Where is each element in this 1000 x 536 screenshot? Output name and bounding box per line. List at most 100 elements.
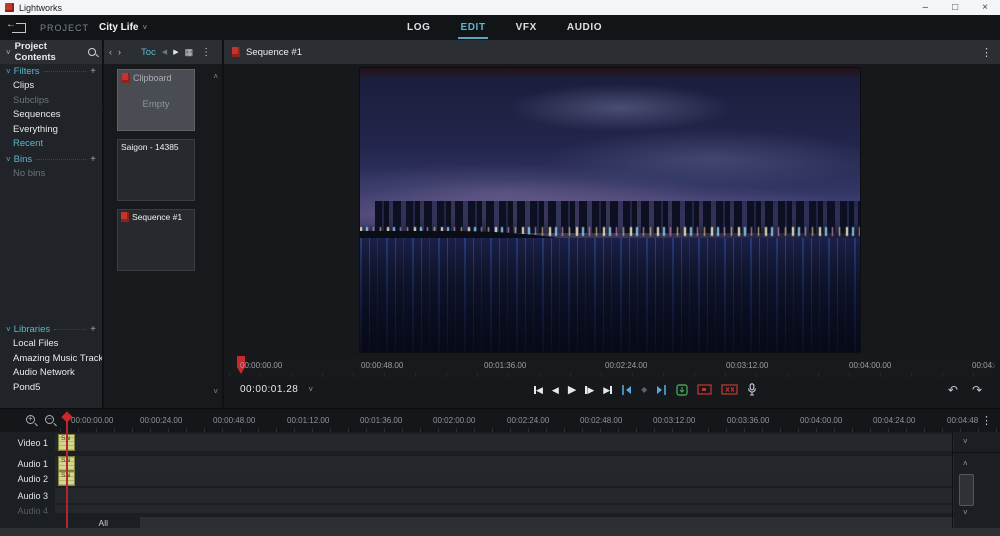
sidebar-item-pond5[interactable]: Pond5 <box>0 381 102 396</box>
zoom-out-icon[interactable]: – <box>45 415 54 424</box>
clipboard-tile[interactable]: Clipboard Empty <box>117 69 195 131</box>
track-label-audio2[interactable]: Audio 2 <box>0 474 48 484</box>
skip-to-end-button[interactable]: ▶ <box>603 385 612 395</box>
mark-in-button[interactable] <box>621 384 632 396</box>
ruler-tick: 00:01:36.00 <box>360 416 402 425</box>
tab-log[interactable]: LOG <box>405 17 432 39</box>
timeline-ruler[interactable]: + – 00:00:00.00 00:00:24.00 00:00:48.00 … <box>0 409 1000 432</box>
ruler-tick: 00:00:48.00 <box>213 416 255 425</box>
viewer-header: Sequence #1 ⋮ <box>224 40 1000 64</box>
ruler-tick: 00:01:36.00 <box>484 361 526 370</box>
play-button[interactable]: ▶ <box>568 385 576 395</box>
track-label-audio1[interactable]: Audio 1 <box>0 459 48 469</box>
step-forward-button[interactable]: ▶ <box>585 385 594 395</box>
history-back-icon[interactable]: ‹ <box>109 47 112 57</box>
chevron-down-icon: ˅ <box>6 155 11 164</box>
back-arrow-icon: ← <box>6 20 16 29</box>
ruler-tick: 00:00:00.00 <box>240 361 282 370</box>
sidebar-item-everything[interactable]: Everything <box>0 123 102 138</box>
clip-thumbnail[interactable] <box>118 154 194 200</box>
track-label-video1[interactable]: Video 1 <box>0 438 48 448</box>
sidebar-section-libraries[interactable]: ˅ Libraries + <box>0 322 102 337</box>
clipboard-title: Clipboard <box>133 73 172 83</box>
tab-audio[interactable]: AUDIO <box>565 17 604 39</box>
tile-view-icon[interactable]: ▦ <box>185 47 194 58</box>
delete-edit-button[interactable] <box>721 384 738 395</box>
bin-menu-icon[interactable]: ⋮ <box>201 47 211 58</box>
track-label-audio4[interactable]: Audio 4 <box>0 506 48 514</box>
exit-project-button[interactable]: ← <box>12 23 26 33</box>
audio-scroll-down-icon[interactable]: ˅ <box>963 508 968 517</box>
page-left-icon[interactable]: ◀ <box>162 48 167 56</box>
minimize-button[interactable]: – <box>923 3 929 13</box>
section-label: Libraries <box>14 324 50 335</box>
search-icon[interactable] <box>88 48 96 56</box>
sidebar-item-amazing-music-track[interactable]: Amazing Music Track <box>0 352 102 367</box>
sidebar-item-audio-network[interactable]: Audio Network <box>0 366 102 381</box>
track-lane-video1[interactable] <box>55 434 954 451</box>
sidebar-item-subclips[interactable]: Subclips <box>0 94 102 109</box>
timeline-menu-icon[interactable]: ⋮ <box>978 414 992 427</box>
tab-edit[interactable]: EDIT <box>458 17 487 39</box>
audio-scroll-up-icon[interactable]: ˄ <box>963 459 968 468</box>
track-lane-all[interactable] <box>140 517 954 528</box>
skip-to-start-button[interactable]: ◀ <box>534 385 543 395</box>
track-lane-audio1[interactable] <box>55 456 954 471</box>
zoom-in-icon[interactable]: + <box>26 415 35 424</box>
maximize-button[interactable]: □ <box>952 3 958 13</box>
play-backward-button[interactable]: ◀ <box>552 385 559 395</box>
project-contents-header[interactable]: ˅ Project Contents <box>0 40 102 64</box>
mark-cue-button[interactable]: ◆ <box>641 385 647 394</box>
sidebar-item-clips[interactable]: Clips <box>0 79 102 94</box>
video-scroll-down-icon[interactable]: ˅ <box>963 437 968 446</box>
timecode-display[interactable]: 00:00:01.28˅ <box>240 384 314 395</box>
sidebar-item-local-files[interactable]: Local Files <box>0 337 102 352</box>
track-lane-audio2[interactable] <box>55 471 954 486</box>
bin-name[interactable]: Toc <box>141 47 156 58</box>
scroll-down-icon[interactable]: ˅ <box>213 387 218 396</box>
add-library-icon[interactable]: + <box>90 324 96 335</box>
sequence-icon <box>121 212 129 222</box>
clip-title: Saigon - 14385 <box>121 142 179 152</box>
sidebar-item-sequences[interactable]: Sequences <box>0 108 102 123</box>
ruler-tick: 00:01:12.00 <box>287 416 329 425</box>
voiceover-mic-icon[interactable] <box>747 383 757 396</box>
ruler-tick: 00:00:00.00 <box>71 416 113 425</box>
close-button[interactable]: × <box>982 3 988 13</box>
add-bin-icon[interactable]: + <box>90 154 96 165</box>
add-filter-icon[interactable]: + <box>90 66 96 77</box>
scrollbar-thumb[interactable] <box>959 474 974 506</box>
image-water <box>360 238 860 352</box>
ruler-tick: 00:03:12.00 <box>653 416 695 425</box>
viewer-image[interactable] <box>360 68 860 352</box>
sequence-thumbnail[interactable] <box>118 224 194 270</box>
track-lane-audio3[interactable] <box>55 488 954 503</box>
ruler-tick: 00:02:00.00 <box>433 416 475 425</box>
track-label-all[interactable]: All <box>70 518 108 528</box>
playhead-line[interactable] <box>66 417 68 528</box>
track-lane-audio4[interactable] <box>55 505 954 513</box>
clip-tile-saigon[interactable]: Saigon - 14385 <box>117 139 195 201</box>
viewer-timeline-ruler[interactable]: 00:00:00.00 00:00:48.00 00:01:36.00 00:0… <box>229 355 995 377</box>
sidebar-item-recent[interactable]: Recent <box>0 137 102 152</box>
sidebar-section-bins[interactable]: ˅ Bins + <box>0 152 102 167</box>
replace-edit-button[interactable] <box>697 384 712 395</box>
chevron-down-icon[interactable]: ˅ <box>142 23 147 32</box>
app-logo-icon <box>5 3 14 12</box>
page-right-icon[interactable]: ▶ <box>173 48 178 56</box>
sidebar-section-filters[interactable]: ˅ Filters + <box>0 64 102 79</box>
project-name[interactable]: City Life <box>99 22 138 33</box>
undo-icon[interactable]: ↶ <box>948 383 958 397</box>
tab-vfx[interactable]: VFX <box>514 17 539 39</box>
sequence-tile[interactable]: Sequence #1 <box>117 209 195 271</box>
scroll-up-icon[interactable]: ˄ <box>213 72 218 81</box>
track-label-audio3[interactable]: Audio 3 <box>0 491 48 501</box>
section-label: Filters <box>14 66 40 77</box>
redo-icon[interactable]: ↷ <box>972 383 982 397</box>
chevron-down-icon: ˅ <box>308 385 313 394</box>
mark-out-button[interactable] <box>656 384 667 396</box>
insert-edit-button[interactable] <box>676 384 688 396</box>
viewer-menu-icon[interactable]: ⋮ <box>981 46 992 59</box>
project-label: PROJECT <box>40 23 89 33</box>
history-forward-icon[interactable]: › <box>118 47 121 57</box>
